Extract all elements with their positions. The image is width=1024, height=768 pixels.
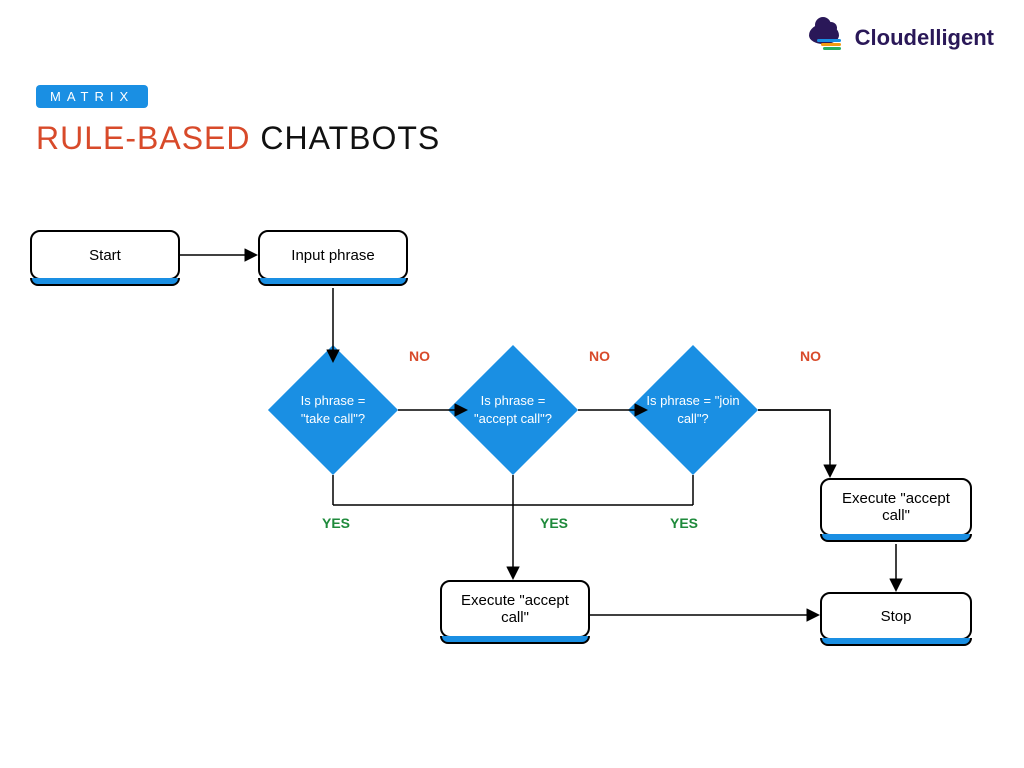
decision-join-call-label: Is phrase = "join call"?	[628, 345, 758, 475]
decision-accept-call: Is phrase = "accept call"?	[448, 345, 578, 475]
logo-text: Cloudelligent	[855, 25, 994, 51]
label-no-1: NO	[409, 348, 430, 364]
decision-join-call: Is phrase = "join call"?	[628, 345, 758, 475]
label-yes-3: YES	[670, 515, 698, 531]
node-execute-2-label: Execute "accept call"	[828, 490, 964, 524]
node-input-label: Input phrase	[291, 247, 374, 264]
category-badge: MATRIX	[36, 85, 148, 108]
cloud-icon	[809, 24, 847, 52]
label-no-2: NO	[589, 348, 610, 364]
title-prefix: RULE-BASED	[36, 120, 251, 156]
title-suffix: CHATBOTS	[251, 120, 441, 156]
decision-take-call-label: Is phrase = "take call"?	[268, 345, 398, 475]
node-start: Start	[30, 230, 180, 280]
node-execute-1-label: Execute "accept call"	[448, 592, 582, 626]
node-execute-1: Execute "accept call"	[440, 580, 590, 638]
page-title: RULE-BASED CHATBOTS	[36, 120, 440, 157]
logo: Cloudelligent	[809, 24, 994, 52]
decision-accept-call-label: Is phrase = "accept call"?	[448, 345, 578, 475]
label-no-3: NO	[800, 348, 821, 364]
node-execute-2: Execute "accept call"	[820, 478, 972, 536]
node-input: Input phrase	[258, 230, 408, 280]
decision-take-call: Is phrase = "take call"?	[268, 345, 398, 475]
node-stop-label: Stop	[881, 608, 912, 625]
label-yes-1: YES	[322, 515, 350, 531]
node-stop: Stop	[820, 592, 972, 640]
node-start-label: Start	[89, 247, 121, 264]
label-yes-2: YES	[540, 515, 568, 531]
